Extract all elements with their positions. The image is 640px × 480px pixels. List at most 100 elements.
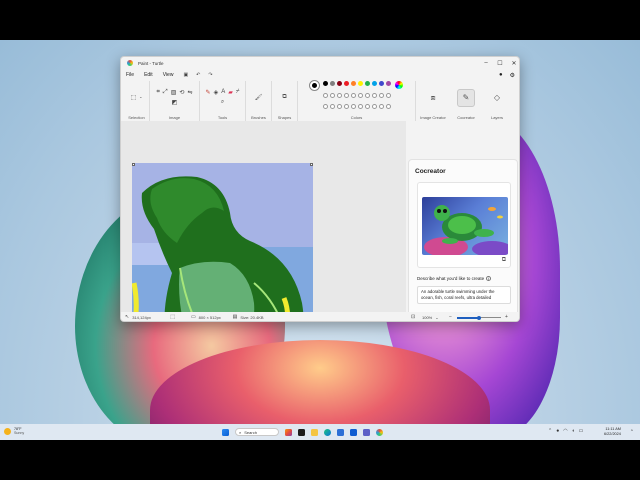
zoom-in-icon[interactable]: + bbox=[505, 314, 508, 320]
prompt-input[interactable]: An adorable turtle swimming under the oc… bbox=[417, 286, 511, 304]
color-swatch[interactable] bbox=[351, 81, 356, 86]
color-swatch[interactable] bbox=[372, 81, 377, 86]
clock[interactable]: 11:11 AM 6/22/2024 bbox=[604, 427, 621, 436]
color-swatch[interactable] bbox=[379, 92, 384, 98]
microphone-icon[interactable]: ● bbox=[556, 428, 559, 434]
maximize-button[interactable]: ☐ bbox=[493, 57, 507, 69]
notification-bell-icon[interactable]: ◔ bbox=[630, 428, 633, 434]
flip-icon[interactable]: ⇋ bbox=[187, 89, 192, 96]
save-icon[interactable]: ▣ bbox=[183, 72, 188, 78]
menu-file[interactable]: File bbox=[126, 72, 134, 78]
copy-image-icon[interactable]: ⧉ bbox=[502, 257, 506, 264]
magnifier-icon[interactable]: ⌕ bbox=[221, 99, 224, 106]
resize-handle[interactable] bbox=[310, 163, 313, 166]
chevron-up-icon[interactable]: ⌃ bbox=[548, 428, 552, 434]
selection-label: Selection bbox=[128, 115, 145, 120]
color-swatch[interactable] bbox=[379, 81, 384, 86]
color-swatch[interactable] bbox=[386, 104, 391, 110]
close-button[interactable]: ✕ bbox=[507, 57, 519, 69]
color-swatch[interactable] bbox=[365, 92, 370, 98]
fill-icon[interactable]: ◈ bbox=[214, 89, 219, 96]
paint-taskbar-icon[interactable] bbox=[376, 428, 383, 436]
color-swatch[interactable] bbox=[358, 92, 363, 98]
file-explorer-icon[interactable] bbox=[311, 428, 318, 436]
rectangle-select-icon[interactable]: ⬚ bbox=[130, 94, 136, 101]
eraser-icon[interactable]: ▰ bbox=[228, 89, 233, 96]
teams-icon[interactable] bbox=[363, 428, 370, 436]
generated-turtle-image[interactable] bbox=[422, 197, 508, 255]
color-swatch[interactable] bbox=[323, 81, 328, 86]
layers-icon[interactable]: ◇ bbox=[488, 89, 506, 107]
text-icon[interactable]: A bbox=[221, 89, 225, 96]
color-swatch[interactable] bbox=[386, 92, 391, 98]
weather-widget[interactable]: 78°F Sunny bbox=[4, 427, 24, 435]
image-creator-label: Image Creator bbox=[420, 115, 446, 120]
color-swatch[interactable] bbox=[337, 104, 342, 110]
task-view-icon[interactable] bbox=[298, 428, 305, 436]
color-picker-icon[interactable]: ⌿ bbox=[236, 89, 240, 96]
info-icon[interactable]: i bbox=[486, 276, 492, 281]
image-edit-icon[interactable]: ▨ bbox=[171, 89, 177, 96]
minimize-button[interactable]: – bbox=[479, 57, 493, 69]
image-group: ⌗ ⤢ ▨ ⟲ ⇋ ◩ Image bbox=[150, 81, 200, 121]
edge-browser-icon[interactable] bbox=[324, 428, 331, 436]
cocreator-icon[interactable]: ✎ bbox=[457, 88, 475, 107]
zoom-slider[interactable] bbox=[457, 315, 501, 320]
menu-view[interactable]: View bbox=[163, 72, 174, 78]
undo-icon[interactable]: ↶ bbox=[196, 72, 200, 78]
color-swatch[interactable] bbox=[351, 92, 356, 98]
account-icon[interactable]: ● bbox=[499, 72, 503, 78]
color-swatch[interactable] bbox=[351, 104, 356, 110]
drawing-canvas[interactable] bbox=[132, 163, 313, 321]
zoom-out-icon[interactable]: − bbox=[449, 314, 452, 320]
search-input[interactable]: ⌕ Search bbox=[235, 428, 279, 436]
crop-icon[interactable]: ⌗ bbox=[157, 89, 160, 96]
color-swatch[interactable] bbox=[379, 104, 384, 110]
menu-edit[interactable]: Edit bbox=[144, 72, 153, 78]
color-swatch[interactable] bbox=[330, 104, 335, 110]
color-swatch[interactable] bbox=[330, 92, 335, 98]
rotate-icon[interactable]: ⟲ bbox=[179, 89, 184, 96]
color-swatch[interactable] bbox=[386, 81, 391, 86]
remove-background-icon[interactable]: ◩ bbox=[172, 99, 178, 106]
fit-to-window-icon[interactable]: ⊡ bbox=[411, 314, 415, 320]
color-swatch[interactable] bbox=[372, 104, 377, 110]
image-label: Image bbox=[168, 115, 181, 120]
colorful-app-icon[interactable] bbox=[285, 428, 292, 436]
start-windows-icon[interactable] bbox=[222, 428, 229, 436]
settings-gear-icon[interactable]: ⚙ bbox=[510, 72, 515, 79]
shapes-icon[interactable]: ⧉ bbox=[282, 94, 286, 101]
color-swatch[interactable] bbox=[323, 104, 328, 110]
color-swatch[interactable] bbox=[344, 81, 349, 86]
image-creator-icon[interactable]: ⧈ bbox=[424, 89, 442, 107]
wifi-icon[interactable]: ◠ bbox=[563, 428, 567, 434]
brush-icon[interactable]: 🖌 bbox=[255, 94, 263, 101]
edit-colors-icon[interactable] bbox=[395, 81, 403, 89]
color-swatch[interactable] bbox=[323, 92, 328, 98]
color-swatch[interactable] bbox=[372, 92, 377, 98]
color-swatch[interactable] bbox=[330, 81, 335, 86]
title-bar[interactable]: Paint - Turtle – ☐ ✕ bbox=[121, 57, 519, 69]
mail-icon[interactable] bbox=[350, 428, 357, 436]
color-swatch[interactable] bbox=[337, 92, 342, 98]
zoom-slider-thumb[interactable] bbox=[477, 315, 481, 320]
store-icon[interactable] bbox=[337, 428, 344, 436]
color-swatch[interactable] bbox=[344, 92, 349, 98]
battery-icon[interactable]: ▭ bbox=[579, 428, 584, 434]
select-dropdown-icon[interactable]: ⌄ bbox=[139, 94, 142, 101]
pencil-icon[interactable]: ✎ bbox=[206, 89, 211, 96]
colors-group: Colors bbox=[298, 81, 416, 121]
system-tray: ⌃ ● ◠ ◖ ▭ bbox=[548, 428, 583, 434]
volume-icon[interactable]: ◖ bbox=[572, 428, 575, 434]
color-swatch[interactable] bbox=[344, 104, 349, 110]
color-swatch[interactable] bbox=[365, 81, 370, 86]
resize-handle[interactable] bbox=[132, 163, 135, 166]
color-swatch[interactable] bbox=[358, 81, 363, 86]
color-swatch[interactable] bbox=[337, 81, 342, 86]
current-color-swatch[interactable] bbox=[310, 81, 319, 90]
resize-icon[interactable]: ⤢ bbox=[163, 89, 168, 96]
zoom-dropdown[interactable]: 100% ⌄ bbox=[422, 315, 439, 320]
color-swatch[interactable] bbox=[365, 104, 370, 110]
redo-icon[interactable]: ↷ bbox=[208, 72, 212, 78]
color-swatch[interactable] bbox=[358, 104, 363, 110]
